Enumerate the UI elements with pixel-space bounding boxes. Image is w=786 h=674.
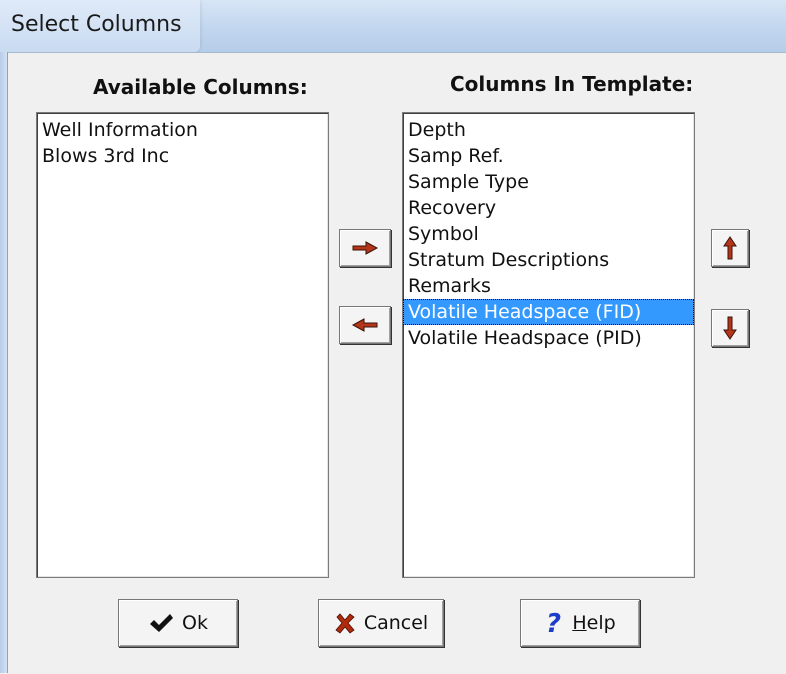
arrow-right-icon — [352, 241, 379, 255]
list-item-selected[interactable]: Volatile Headspace (FID) — [403, 299, 694, 325]
title-tab: Select Columns — [0, 0, 200, 52]
list-item[interactable]: Samp Ref. — [403, 143, 694, 169]
window-left-border — [0, 52, 8, 673]
ok-button[interactable]: Ok — [118, 599, 238, 647]
template-columns-list[interactable]: Depth Samp Ref. Sample Type Recovery Sym… — [402, 112, 695, 578]
move-down-button[interactable] — [711, 309, 749, 347]
available-columns-list[interactable]: Well Information Blows 3rd Inc — [36, 112, 329, 578]
list-item[interactable]: Blows 3rd Inc — [37, 143, 328, 169]
cancel-label: Cancel — [363, 612, 429, 634]
list-item[interactable]: Stratum Descriptions — [403, 247, 694, 273]
list-item[interactable]: Well Information — [37, 117, 328, 143]
x-icon — [335, 613, 355, 634]
list-item[interactable]: Volatile Headspace (PID) — [403, 325, 694, 351]
move-up-button[interactable] — [711, 229, 749, 267]
list-item[interactable]: Symbol — [403, 221, 694, 247]
svg-text:?: ? — [546, 610, 561, 636]
move-left-button[interactable] — [339, 306, 391, 344]
arrow-left-icon — [351, 318, 378, 332]
list-item[interactable]: Depth — [403, 117, 694, 143]
arrow-down-icon — [723, 316, 737, 340]
list-item[interactable]: Sample Type — [403, 169, 694, 195]
help-label: Help — [572, 612, 615, 634]
help-button[interactable]: ? Help — [520, 599, 640, 647]
arrow-up-icon — [723, 236, 737, 260]
help-rest: elp — [586, 612, 616, 634]
move-right-button[interactable] — [339, 229, 391, 267]
available-columns-label: Available Columns: — [93, 75, 308, 99]
list-item[interactable]: Recovery — [403, 195, 694, 221]
help-mnemonic: H — [572, 612, 587, 634]
checkmark-icon — [150, 614, 174, 632]
ok-label: Ok — [182, 612, 208, 634]
window-title: Select Columns — [11, 12, 182, 37]
title-bar: Select Columns — [0, 0, 786, 52]
question-mark-icon: ? — [546, 610, 561, 636]
cancel-button[interactable]: Cancel — [318, 599, 444, 647]
template-columns-label: Columns In Template: — [450, 72, 694, 96]
list-item[interactable]: Remarks — [403, 273, 694, 299]
